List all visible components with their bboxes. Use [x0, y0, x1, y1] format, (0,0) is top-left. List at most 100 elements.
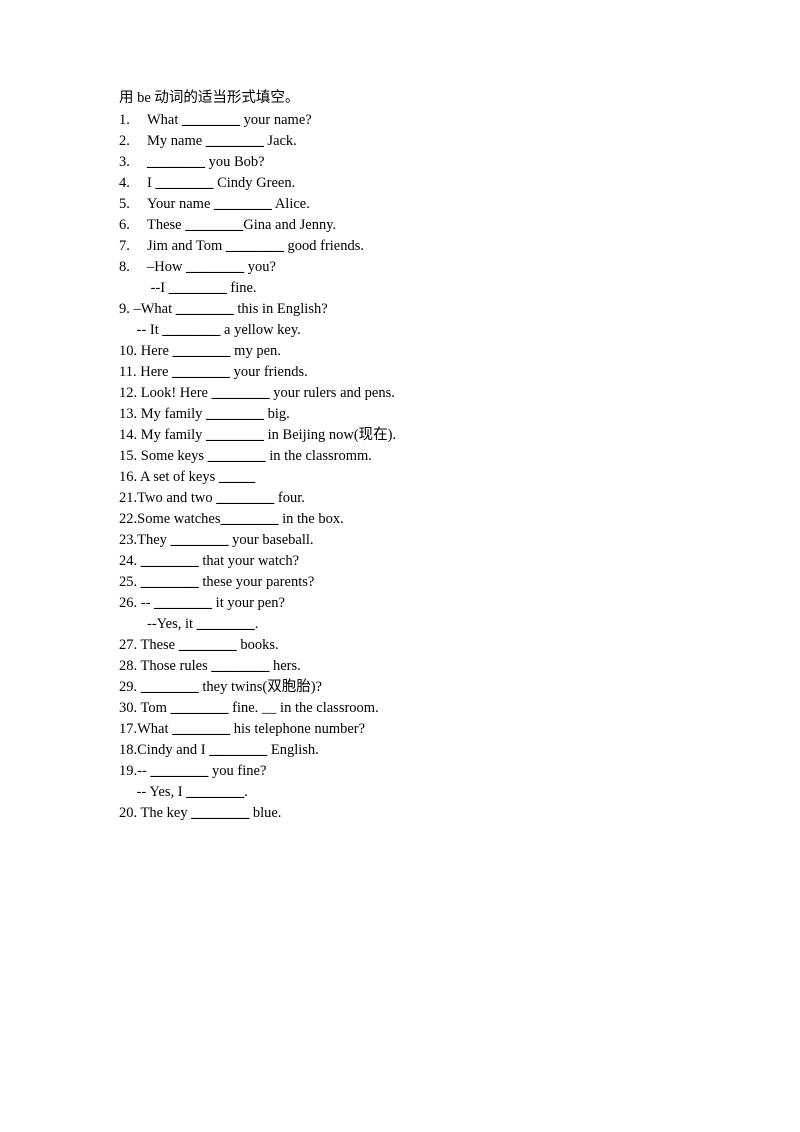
- answer-blank[interactable]: ________: [220, 511, 278, 527]
- answer-blank[interactable]: ________: [211, 658, 269, 674]
- question-text-after-blank: you?: [244, 259, 276, 275]
- question-number: 24.: [119, 553, 138, 569]
- question-number: 30.: [119, 700, 138, 716]
- question-line: 9. –What ________ this in English?: [119, 299, 719, 320]
- question-text-after-blank: your rulers and pens.: [269, 385, 395, 401]
- question-text-before-blank: Jim and Tom: [147, 238, 226, 254]
- question-text-after-blank: big.: [264, 406, 290, 422]
- answer-blank[interactable]: ________: [209, 742, 267, 758]
- answer-blank[interactable]: ________: [216, 490, 274, 506]
- answer-blank[interactable]: ________: [206, 133, 264, 149]
- question-number: 14.: [119, 427, 138, 443]
- question-text-after-blank: fine.: [226, 280, 257, 296]
- answer-blank[interactable]: ________: [162, 322, 220, 338]
- question-text-after-blank: .: [254, 616, 259, 632]
- question-number: 10.: [119, 343, 138, 359]
- question-number: 4.: [119, 175, 130, 191]
- question-text-before-blank: My family: [137, 406, 206, 422]
- answer-blank[interactable]: ________: [141, 679, 199, 695]
- answer-blank[interactable]: ________: [171, 532, 229, 548]
- answer-blank[interactable]: ________: [172, 364, 230, 380]
- answer-blank[interactable]: ________: [171, 700, 229, 716]
- answer-blank[interactable]: ________: [191, 805, 249, 821]
- answer-blank[interactable]: ________: [176, 301, 234, 317]
- question-text-before-blank: –What: [129, 301, 176, 317]
- question-number: 25.: [119, 574, 138, 590]
- question-line: --Yes, it ________.: [119, 614, 719, 635]
- question-line: 19.-- ________ you fine?: [119, 761, 719, 782]
- question-line: 29. ________ they twins(双胞胎)?: [119, 677, 719, 698]
- question-line: -- Yes, I ________.: [119, 782, 719, 803]
- answer-blank[interactable]: ________: [173, 343, 231, 359]
- answer-blank[interactable]: ________: [172, 721, 230, 737]
- question-text-after-blank: your baseball.: [228, 532, 314, 548]
- question-line: 24. ________ that your watch?: [119, 551, 719, 572]
- question-text-after-blank: in the box.: [278, 511, 344, 527]
- question-text-before-blank: What: [147, 112, 183, 128]
- question-text-after-blank: you fine?: [208, 763, 267, 779]
- question-number: 13.: [119, 406, 138, 422]
- answer-blank[interactable]: ________: [206, 406, 264, 422]
- question-number: 17.: [119, 721, 138, 737]
- question-line: --I ________ fine.: [119, 278, 719, 299]
- question-text-after-blank: my pen.: [230, 343, 281, 359]
- answer-blank[interactable]: ________: [197, 616, 255, 632]
- question-text-after-blank: his telephone number?: [230, 721, 366, 737]
- answer-blank[interactable]: ________: [154, 595, 212, 611]
- answer-blank[interactable]: ________: [169, 280, 227, 296]
- answer-blank[interactable]: ________: [206, 427, 264, 443]
- question-number: 23.: [119, 532, 138, 548]
- answer-blank[interactable]: ________: [147, 154, 205, 170]
- answer-blank[interactable]: ________: [226, 238, 284, 254]
- answer-blank[interactable]: ________: [185, 217, 243, 233]
- document-body: 用 be 动词的适当形式填空。 1. What ________ your nam…: [119, 88, 719, 824]
- answer-blank[interactable]: ________: [155, 175, 213, 191]
- question-number: 7.: [119, 238, 130, 254]
- question-number: 20.: [119, 805, 138, 821]
- question-line: 10. Here ________ my pen.: [119, 341, 719, 362]
- question-text-after-blank: fine. __ in the classroom.: [228, 700, 379, 716]
- question-text-before-blank: –How: [147, 259, 187, 275]
- question-text-before-blank: Those rules: [137, 658, 212, 674]
- question-text-before-blank: --Yes, it: [147, 616, 197, 632]
- question-number: 18.: [119, 742, 138, 758]
- question-text-before-blank: --: [137, 763, 151, 779]
- question-number: 22.: [119, 511, 138, 527]
- question-line: 26. -- ________ it your pen?: [119, 593, 719, 614]
- question-text-before-blank: A set of keys: [137, 469, 219, 485]
- question-line: 12. Look! Here ________ your rulers and …: [119, 383, 719, 404]
- question-text-before-blank: Your name: [147, 196, 214, 212]
- question-text-after-blank: Gina and Jenny.: [243, 217, 337, 233]
- answer-blank[interactable]: ________: [182, 112, 240, 128]
- question-number: 16.: [119, 469, 138, 485]
- question-text-after-blank: a yellow key.: [220, 322, 301, 338]
- question-text-before-blank: Here: [136, 364, 173, 380]
- answer-blank[interactable]: ________: [179, 637, 237, 653]
- question-number: 19.: [119, 763, 138, 779]
- answer-blank[interactable]: ________: [214, 196, 272, 212]
- question-line: 11. Here ________ your friends.: [119, 362, 719, 383]
- question-number: 1.: [119, 112, 130, 128]
- question-line: 28. Those rules ________ hers.: [119, 656, 719, 677]
- question-line: 18.Cindy and I ________ English.: [119, 740, 719, 761]
- answer-blank[interactable]: ________: [186, 259, 244, 275]
- answer-blank[interactable]: ________: [208, 448, 266, 464]
- question-text-before-blank: Tom: [137, 700, 171, 716]
- question-text-after-blank: Alice.: [272, 196, 310, 212]
- answer-blank[interactable]: ________: [186, 784, 244, 800]
- question-text-after-blank: in the classromm.: [265, 448, 372, 464]
- answer-blank[interactable]: ________: [150, 763, 208, 779]
- question-line: 22.Some watches________ in the box.: [119, 509, 719, 530]
- question-text-after-blank: Jack.: [263, 133, 297, 149]
- question-text-before-blank: Here: [137, 343, 173, 359]
- question-text-before-blank: --I: [147, 280, 169, 296]
- answer-blank[interactable]: ________: [141, 553, 199, 569]
- answer-blank[interactable]: _____: [219, 469, 255, 485]
- question-line: 7. Jim and Tom ________ good friends.: [119, 236, 719, 257]
- question-text-after-blank: books.: [236, 637, 279, 653]
- answer-blank[interactable]: ________: [212, 385, 270, 401]
- answer-blank[interactable]: ________: [141, 574, 199, 590]
- question-line: 13. My family ________ big.: [119, 404, 719, 425]
- question-number: 29.: [119, 679, 138, 695]
- question-text-after-blank: in Beijing now(现在).: [264, 427, 397, 443]
